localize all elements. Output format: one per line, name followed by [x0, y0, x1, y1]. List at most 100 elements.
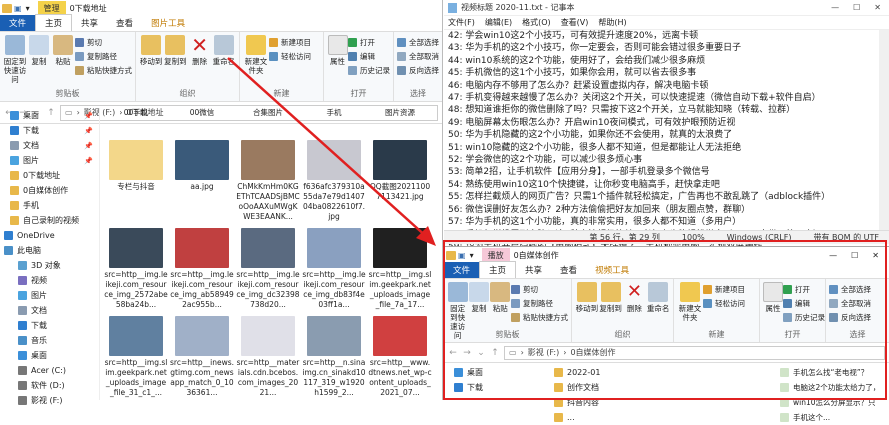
- file-item[interactable]: 图片资源: [368, 108, 432, 118]
- invert-selection-button[interactable]: 反向选择: [397, 65, 439, 76]
- file-item[interactable]: 专栏与抖音: [104, 140, 168, 192]
- save-icon[interactable]: ▣: [458, 251, 466, 260]
- edit-button[interactable]: 编辑: [783, 298, 825, 309]
- copy-to-button[interactable]: 复制到: [163, 35, 187, 66]
- nav-item[interactable]: 文档 📌: [0, 138, 99, 153]
- delete-button[interactable]: ✕ 删除: [188, 35, 212, 66]
- open-button[interactable]: 打开: [783, 284, 825, 295]
- nav-item[interactable]: 影视 (F:): [0, 393, 99, 408]
- doc-item[interactable]: win10怎么分屏显示？只: [778, 395, 886, 410]
- nav-item[interactable]: 0自媒体创作: [0, 183, 99, 198]
- folder-item[interactable]: 创作文档: [552, 380, 752, 395]
- nav-item[interactable]: 图片: [0, 288, 99, 303]
- new-folder-button[interactable]: 新建文件夹: [243, 35, 269, 75]
- paste-button[interactable]: 粘贴: [51, 35, 75, 66]
- paste-shortcut-button[interactable]: 粘贴快捷方式: [510, 312, 568, 323]
- close-icon[interactable]: ✕: [874, 3, 881, 12]
- copy-path-button[interactable]: 复制路径: [75, 51, 132, 62]
- delete-button[interactable]: ✕ 删除: [623, 282, 647, 314]
- copy-path-button[interactable]: 复制路径: [510, 298, 568, 309]
- copy-button[interactable]: 复制: [468, 282, 489, 313]
- properties-button[interactable]: 属性: [763, 282, 783, 313]
- tab-picture-tools[interactable]: 图片工具: [142, 15, 194, 31]
- new-folder-button[interactable]: 新建文件夹: [677, 282, 703, 322]
- recent-dropdown-icon[interactable]: ⌄: [476, 348, 486, 358]
- tab-home[interactable]: 主页: [35, 14, 73, 31]
- file-item[interactable]: ChMkKmHm0KGEThTCAADSjBMCoOoAAXuMWgKWE3EA…: [236, 140, 300, 222]
- back-arrow-icon[interactable]: ←: [448, 348, 458, 358]
- nav-item[interactable]: 0下载地址: [0, 168, 99, 183]
- nav-item[interactable]: 自己录制的视频: [0, 213, 99, 228]
- maximize-icon[interactable]: ☐: [853, 3, 860, 12]
- cut-button[interactable]: 剪切: [510, 284, 568, 295]
- file-item[interactable]: src=http__img.leikeji.com_resource_img_2…: [104, 228, 168, 310]
- file-item[interactable]: 手机: [302, 108, 366, 118]
- nav-item[interactable]: 此电脑: [0, 243, 99, 258]
- pin-icon[interactable]: 📌: [84, 127, 93, 135]
- forward-arrow-icon[interactable]: →: [462, 348, 472, 358]
- rename-button[interactable]: 重命名: [646, 282, 670, 313]
- tab-share[interactable]: 共享: [72, 15, 107, 31]
- notepad-text-area[interactable]: 42: 学会win10这2个小技巧，可有效提升速度20%，远离卡顿 43: 华为手…: [448, 30, 877, 253]
- cut-button[interactable]: 剪切: [75, 37, 132, 48]
- menu-view[interactable]: 查看(V): [561, 17, 589, 28]
- new-item-button[interactable]: 新建项目: [269, 37, 311, 48]
- invert-selection-button[interactable]: 反向选择: [829, 312, 871, 323]
- nav-item[interactable]: 下载: [0, 318, 99, 333]
- folder-item[interactable]: 2022-01: [552, 365, 752, 380]
- quick-access-dropdown-icon[interactable]: ▾: [26, 4, 30, 13]
- path-input[interactable]: ▭ › 影视 (F:) › 0自媒体创作: [504, 345, 885, 360]
- tab-home[interactable]: 主页: [479, 261, 517, 278]
- nav-item[interactable]: 桌面: [444, 365, 544, 380]
- select-all-button[interactable]: 全部选择: [829, 284, 871, 295]
- doc-item[interactable]: 手机怎么找“老电视”？: [778, 365, 886, 380]
- nav-item[interactable]: 下载 📌: [0, 123, 99, 138]
- menu-format[interactable]: 格式(O): [522, 17, 551, 28]
- up-arrow-icon[interactable]: ↑: [490, 348, 500, 358]
- paste-button[interactable]: 粘贴: [490, 282, 511, 313]
- doc-item[interactable]: 电脑这2个功能太给力了，: [778, 380, 886, 395]
- file-item[interactable]: src=http__img.leikeji.com_resource_img_d…: [236, 228, 300, 310]
- file-item[interactable]: src=http__www.dtnews.net_wp-content_uplo…: [368, 316, 432, 398]
- nav-item[interactable]: 视频: [0, 273, 99, 288]
- file-item[interactable]: 合集图片: [236, 108, 300, 118]
- file-item[interactable]: src=http__img.leikeji.com_resource_img_d…: [302, 228, 366, 310]
- history-button[interactable]: 历史记录: [348, 65, 390, 76]
- nav-item[interactable]: 桌面: [0, 348, 99, 363]
- close-icon[interactable]: ✕: [872, 251, 879, 260]
- file-item[interactable]: src=http__img.leikeji.com_resource_img_a…: [170, 228, 234, 310]
- file-item[interactable]: src=http__inews.gtimg.com_newsapp_match_…: [170, 316, 234, 398]
- folder-item[interactable]: 抖音内容: [552, 395, 752, 410]
- file-item[interactable]: QQ截图20211007113421.jpg: [368, 140, 432, 202]
- nav-item[interactable]: 手机: [0, 198, 99, 213]
- tab-video-tools[interactable]: 视频工具: [586, 262, 638, 278]
- nav-item[interactable]: Acer (C:): [0, 363, 99, 378]
- copy-to-button[interactable]: 复制到: [599, 282, 623, 313]
- nav-item[interactable]: 文档: [0, 303, 99, 318]
- history-button[interactable]: 历史记录: [783, 312, 825, 323]
- nav-item[interactable]: 3D 对象: [0, 258, 99, 273]
- file-item[interactable]: src=http__img.slim.geekpark.net_uploads_…: [104, 316, 168, 398]
- menu-file[interactable]: 文件(F): [448, 17, 475, 28]
- edit-button[interactable]: 编辑: [348, 51, 390, 62]
- easy-access-button[interactable]: 轻松访问: [269, 51, 311, 62]
- easy-access-button[interactable]: 轻松访问: [703, 298, 745, 309]
- copy-button[interactable]: 复制: [27, 35, 51, 66]
- menu-help[interactable]: 帮助(H): [598, 17, 626, 28]
- open-button[interactable]: 打开: [348, 37, 390, 48]
- breadcrumb-drive[interactable]: 影视 (F:): [528, 347, 559, 358]
- pin-icon[interactable]: 📌: [84, 112, 93, 120]
- save-icon[interactable]: ▣: [14, 4, 22, 13]
- properties-button[interactable]: 属性: [327, 35, 348, 66]
- tab-file[interactable]: 文件: [0, 15, 36, 31]
- file-item[interactable]: src=http__materials.cdn.bcebos.com_image…: [236, 316, 300, 398]
- tab-view[interactable]: 查看: [551, 262, 586, 278]
- pin-icon[interactable]: 📌: [84, 157, 93, 165]
- paste-shortcut-button[interactable]: 粘贴快捷方式: [75, 65, 132, 76]
- select-none-button[interactable]: 全部取消: [397, 51, 439, 62]
- file-item[interactable]: src=http__n.sinaimg.cn_sinakd10117_319_w…: [302, 316, 366, 398]
- file-item[interactable]: aa.jpg: [170, 140, 234, 192]
- nav-item[interactable]: 音乐: [0, 333, 99, 348]
- doc-item[interactable]: 手机这个...: [778, 410, 886, 425]
- move-to-button[interactable]: 移动到: [139, 35, 163, 66]
